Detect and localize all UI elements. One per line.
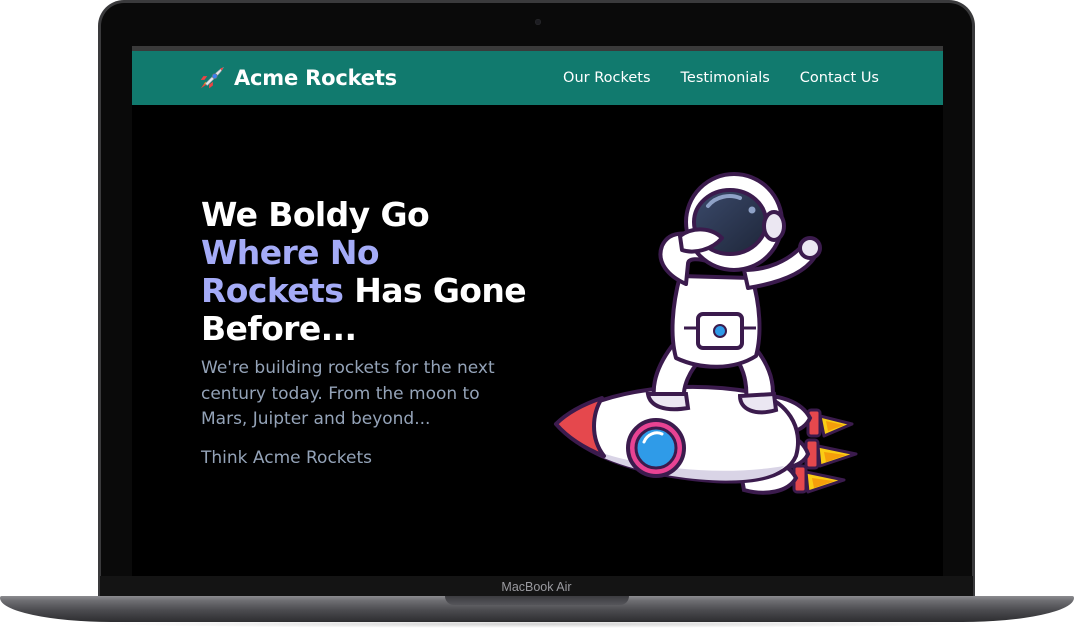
laptop-shadow — [90, 620, 984, 628]
astronaut-rocket-illustration — [554, 172, 858, 495]
hero-title-line4: Before... — [201, 309, 357, 348]
browser-viewport: Acme Rockets Our Rockets Testimonials Co… — [132, 46, 943, 576]
hero-tagline: Think Acme Rockets — [201, 447, 373, 468]
brand-name: Acme Rockets — [234, 66, 397, 90]
nav-contact-us[interactable]: Contact Us — [800, 70, 879, 86]
hero-title-accent2: Rockets — [201, 271, 344, 310]
nav-testimonials[interactable]: Testimonials — [681, 70, 770, 86]
laptop-chin: MacBook Air — [100, 576, 973, 596]
nav-our-rockets[interactable]: Our Rockets — [563, 70, 650, 86]
hero-title-accent1: Where No — [201, 233, 380, 272]
camera-icon — [535, 19, 541, 25]
hero-section: We Boldy Go Where No Rockets Has Gone Be… — [201, 196, 551, 471]
device-label: MacBook Air — [501, 580, 572, 594]
laptop-hinge-notch — [445, 596, 629, 605]
brand-link[interactable]: Acme Rockets — [196, 51, 397, 105]
site-header: Acme Rockets Our Rockets Testimonials Co… — [132, 51, 943, 105]
rocket-icon — [200, 67, 224, 89]
hero-title: We Boldy Go Where No Rockets Has Gone Be… — [201, 196, 551, 348]
hero-title-rest: Has Gone — [343, 271, 527, 310]
hero-title-line1: We Boldy Go — [201, 195, 430, 234]
hero-subtitle: We're building rockets for the next cent… — [201, 358, 495, 429]
primary-nav: Our Rockets Testimonials Contact Us — [563, 51, 879, 105]
